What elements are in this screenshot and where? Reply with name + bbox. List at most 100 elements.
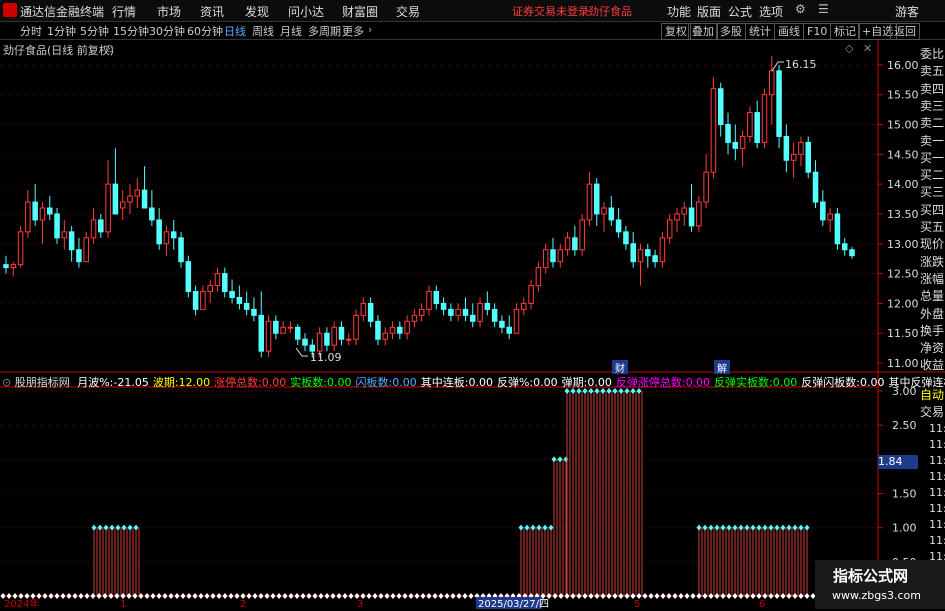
trade-label-0[interactable]: 自动 [920,386,944,403]
candle-body [740,136,745,148]
candle-body [142,190,147,208]
candle-body [587,184,592,220]
indicator-label: 反弹涨停总数: [616,376,686,389]
candle-body [427,291,432,309]
user-label[interactable]: 游客 [895,3,919,20]
menu-assistant[interactable]: 问小达 [288,3,324,20]
baseline-diamond [181,593,186,599]
low-price-label: 11.09 [310,351,342,364]
toolbar-btn-5[interactable]: F10 [803,23,831,40]
indicator-label: 涨停总数: [214,376,262,389]
baseline-diamond [313,593,318,599]
toolbar-btn-0[interactable]: 复权 [661,23,691,40]
price-axis-label: 12.00 [887,297,919,310]
baseline-diamond [373,593,378,599]
indicator-diamond [727,525,732,531]
skin-icon[interactable]: ☰ [818,2,829,16]
chart-area[interactable]: 16.0015.5015.0014.5014.0013.5013.0012.50… [0,40,945,609]
period-tab-8[interactable]: 月线 [280,23,302,39]
period-tab-3[interactable]: 15分钟 [113,23,149,39]
indicator-settings-icon[interactable]: ⊙ [2,376,11,389]
quote-label-12: 涨跌 [920,253,944,270]
quote-label-9: 买四 [920,201,944,218]
indicator-diamond [703,525,708,531]
candle-body [594,184,599,214]
login-notice[interactable]: 证券交易未登录 [512,3,589,19]
period-tab-10[interactable]: 更多 [342,23,364,39]
tick-time: 11:28 [929,502,945,515]
menu-wealth[interactable]: 财富圈 [342,3,378,20]
toolbar-btn-4[interactable]: 画线 [774,23,804,40]
event-jie-badge[interactable]: 解 [714,360,730,374]
period-tab-9[interactable]: 多周期 [308,23,341,39]
period-tab-2[interactable]: 5分钟 [80,23,109,39]
toolbar-btn-8[interactable]: 返回 [890,23,920,40]
period-tab-4[interactable]: 30分钟 [149,23,185,39]
candle-body [784,136,789,160]
menu-discover[interactable]: 发现 [245,3,269,20]
indicator-value: 0.00 [262,376,287,389]
candle-body [536,268,541,286]
low-annotation-line [296,348,308,356]
menu-formula[interactable]: 公式 [728,3,752,20]
toolbar-btn-1[interactable]: 叠加 [688,23,718,40]
candle-body [295,327,300,339]
baseline-diamond [589,593,594,599]
candle-body [463,309,468,315]
baseline-diamond [571,593,576,599]
indicator-item-5: 其中连板:0.00 [421,376,493,389]
indicator-item-8: 反弹涨停总数:0.00 [616,376,710,389]
period-tab-1[interactable]: 1分钟 [47,23,76,39]
settings-icon[interactable]: ⚙ [795,2,806,16]
period-tab-5[interactable]: 60分钟 [187,23,223,39]
toolbar-btn-3[interactable]: 统计 [745,23,775,40]
menu-news[interactable]: 资讯 [200,3,224,20]
close-icon[interactable]: ✕ [863,42,872,55]
chart-settings-icon[interactable]: ⊙ [105,42,114,55]
quote-label-1: 卖五 [920,62,944,79]
period-tab-0[interactable]: 分时 [20,23,42,39]
period-tab-7[interactable]: 周线 [252,23,274,39]
candle-body [354,315,359,339]
trade-label-1[interactable]: 交易 [920,403,944,420]
candle-body [653,256,658,262]
candle-body [281,327,286,333]
indicator-value: 0.00 [686,376,711,389]
more-chevron-icon[interactable]: › [368,23,372,36]
candle-body [835,214,840,244]
candle-body [193,291,198,309]
baseline-diamond [235,593,240,599]
indicator-diamond [775,525,780,531]
candle-body [368,303,373,321]
baseline-diamond [85,593,90,599]
ind-axis-label: 2.50 [892,419,917,432]
menu-quotes[interactable]: 行情 [112,3,136,20]
quote-label-3: 卖三 [920,97,944,114]
candle-body [347,339,352,340]
menu-layout[interactable]: 版面 [697,3,721,20]
menu-market[interactable]: 市场 [157,3,181,20]
indicator-diamond [769,525,774,531]
diamond-icon[interactable]: ◇ [845,42,853,55]
candle-body [47,208,52,214]
date-axis-label: 3 [357,599,363,609]
event-cai-badge[interactable]: 财 [612,360,628,374]
toolbar-btn-6[interactable]: 标记 [830,23,860,40]
period-tab-6[interactable]: 日线 [224,23,246,39]
menu-function[interactable]: 功能 [667,3,691,20]
menu-options[interactable]: 选项 [759,3,783,20]
baseline-diamond [619,593,624,599]
indicator-label: 闪板数: [356,376,393,389]
menu-trade[interactable]: 交易 [396,3,420,20]
tick-time: 11:28 [929,486,945,499]
indicator-name: 股朋指标网 [15,376,70,389]
candle-body [120,202,125,208]
candle-body [609,208,614,220]
candle-body [522,303,527,309]
baseline-diamond [781,593,786,599]
toolbar-btn-2[interactable]: 多股 [716,23,746,40]
baseline-diamond [277,593,282,599]
candle-body [667,220,672,238]
candle-body [40,208,45,220]
tick-time: 11:26 [929,438,945,451]
